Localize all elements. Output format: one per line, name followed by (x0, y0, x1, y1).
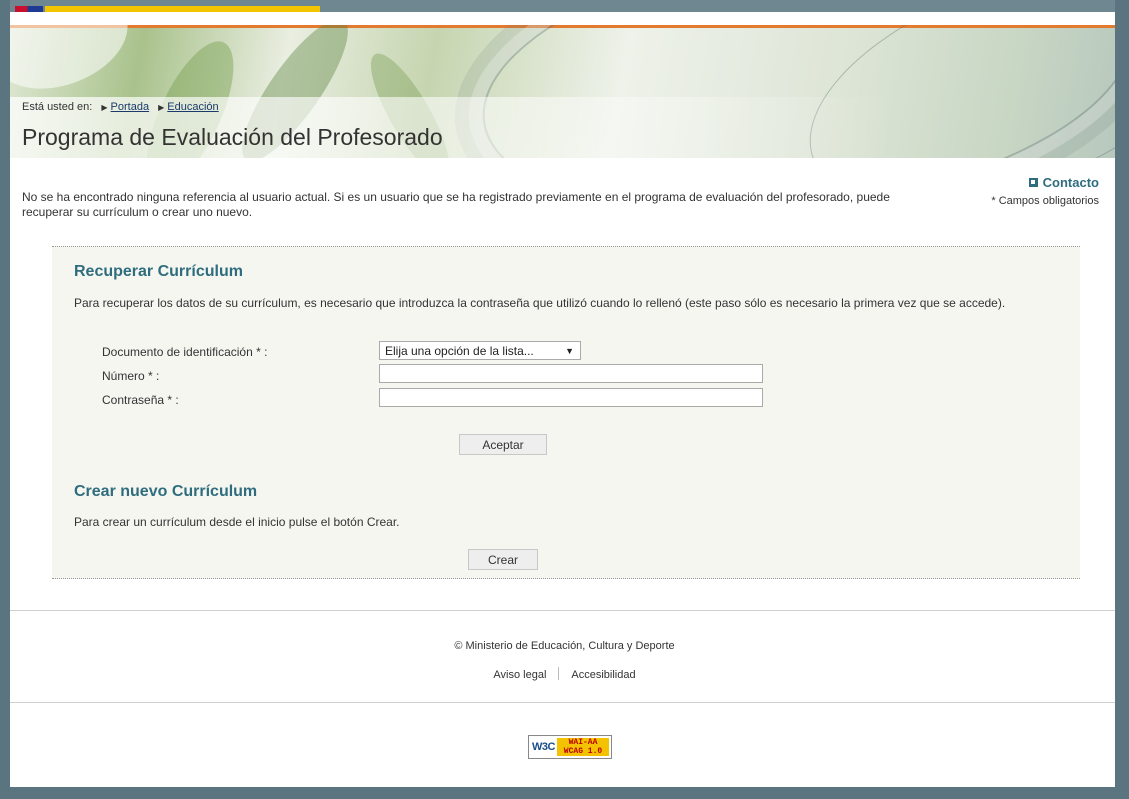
create-description: Para crear un currículum desde el inicio… (74, 515, 400, 529)
breadcrumb-arrow-icon: ▶ (158, 103, 165, 112)
breadcrumb-arrow-icon: ▶ (101, 103, 108, 112)
footer-link-separator (558, 667, 560, 680)
frame-bottom (0, 787, 1129, 799)
wai-aa-line1: WAI-AA (568, 738, 598, 747)
chevron-down-icon: ▼ (565, 346, 574, 356)
brand-yellow-bar (45, 6, 320, 12)
footer-divider (10, 702, 1115, 703)
w3c-logo: W3C (532, 741, 555, 753)
footer-link-accesibilidad[interactable]: Accesibilidad (571, 669, 635, 681)
footer-link-aviso-legal[interactable]: Aviso legal (493, 669, 546, 681)
required-fields-note: * Campos obligatorios (991, 195, 1099, 207)
breadcrumb-prefix: Está usted en: (22, 101, 93, 113)
footer-links: Aviso legal Accesibilidad (0, 667, 1129, 681)
breadcrumb-link-educacion[interactable]: Educación (167, 101, 218, 113)
number-label: Número * : (102, 369, 160, 383)
create-button[interactable]: Crear (468, 549, 538, 570)
intro-text: No se ha encontrado ninguna referencia a… (22, 190, 890, 219)
flag-stripe (15, 6, 43, 12)
number-input[interactable] (379, 364, 763, 383)
banner-decoration (10, 25, 142, 107)
doc-type-select[interactable]: Elija una opción de la lista... ▼ (379, 341, 581, 360)
copyright-text: © Ministerio de Educación, Cultura y Dep… (454, 640, 675, 652)
doc-type-select-value: Elija una opción de la lista... (385, 344, 534, 358)
wai-aa-label: WAI-AA WCAG 1.0 (557, 738, 609, 756)
password-label: Contraseña * : (102, 393, 179, 407)
contact-link[interactable]: Contacto (1028, 175, 1099, 190)
page-title: Programa de Evaluación del Profesorado (22, 124, 443, 150)
recover-description: Para recuperar los datos de su currículu… (74, 296, 1006, 310)
contact-label: Contacto (1042, 175, 1099, 190)
create-title: Crear nuevo Currículum (74, 483, 258, 500)
contact-icon (1028, 178, 1038, 187)
wai-aa-line2: WCAG 1.0 (563, 747, 603, 756)
curriculum-panel: Recuperar Currículum Para recuperar los … (52, 246, 1080, 579)
breadcrumb-link-portada[interactable]: Portada (111, 101, 150, 113)
password-input[interactable] (379, 388, 763, 407)
accept-button[interactable]: Aceptar (459, 434, 547, 455)
wcag-badge[interactable]: W3C WAI-AA WCAG 1.0 (528, 735, 612, 759)
recover-title: Recuperar Currículum (74, 263, 243, 280)
breadcrumb: Está usted en: ▶ Portada ▶ Educación (22, 101, 219, 113)
doc-type-label: Documento de identificación * : (102, 345, 268, 359)
footer-divider (10, 610, 1115, 611)
